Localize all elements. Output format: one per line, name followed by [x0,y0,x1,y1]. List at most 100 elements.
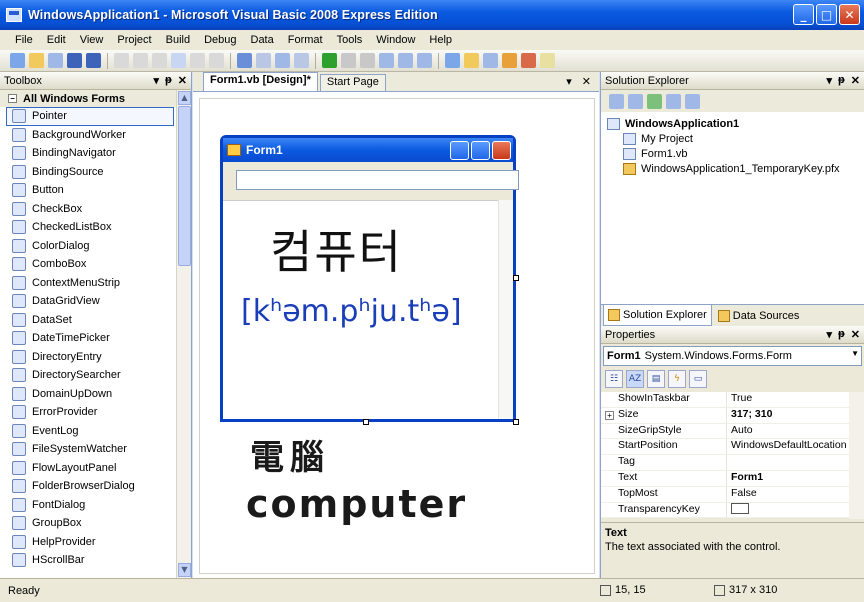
property-row-text[interactable]: Text Form1 [601,470,850,487]
property-row-tag[interactable]: Tag [601,455,850,471]
menu-file[interactable]: File [8,34,40,46]
events-icon[interactable]: ϟ [668,370,686,388]
toolbox-item-datagridview[interactable]: DataGridView [0,292,176,311]
view-code-icon[interactable] [666,93,681,109]
tab-solution-explorer[interactable]: Solution Explorer [603,305,712,326]
close-icon[interactable]: ✕ [851,328,860,341]
menu-format[interactable]: Format [281,34,330,46]
object-selector[interactable]: Form1 System.Windows.Forms.Form ▼ [603,346,862,366]
categorized-icon[interactable]: ☷ [605,370,623,388]
toolbox-scrollbar[interactable]: ▲ ▼ [176,90,191,578]
property-value[interactable]: Auto [727,424,753,439]
maximize-button[interactable]: □ [816,4,837,25]
step-into-icon[interactable] [379,53,394,68]
property-value[interactable]: False [727,487,757,502]
close-icon[interactable]: ✕ [582,75,591,88]
new-project-icon[interactable] [10,53,25,68]
properties-icon[interactable] [609,93,624,109]
menu-tools[interactable]: Tools [330,34,370,46]
solution-explorer-icon[interactable] [445,53,460,68]
toolbox-item-backgroundworker[interactable]: BackgroundWorker [0,126,176,145]
open-file-icon[interactable] [29,53,44,68]
save-all-icon[interactable] [86,53,101,68]
toolbox-item-eventlog[interactable]: EventLog [0,422,176,441]
refresh-icon[interactable] [647,93,662,109]
close-icon[interactable]: ✕ [851,74,860,87]
properties-scrollbar[interactable] [849,392,864,519]
toolbox-item-bindingnavigator[interactable]: BindingNavigator [0,144,176,163]
paste-icon[interactable] [152,53,167,68]
uncomment-icon[interactable] [209,53,224,68]
toolbox-item-button[interactable]: Button [0,181,176,200]
menu-help[interactable]: Help [422,34,459,46]
chevron-down-icon[interactable]: ▾ [154,74,160,87]
textbox-control[interactable] [236,170,519,190]
resize-handle[interactable] [513,419,519,425]
tab-start-page[interactable]: Start Page [319,74,386,91]
menu-view[interactable]: View [73,34,111,46]
pin-icon[interactable]: ᵽ [838,328,845,341]
toolbox-item-colordialog[interactable]: ColorDialog [0,237,176,256]
menu-debug[interactable]: Debug [197,34,243,46]
toolbox-item-filesystemwatcher[interactable]: FileSystemWatcher [0,440,176,459]
color-swatch[interactable] [731,503,749,515]
toolbox-item-pointer[interactable]: Pointer [6,107,174,126]
toolbox-item-hscrollbar[interactable]: HScrollBar [0,551,176,570]
property-row-size[interactable]: + Size 317; 310 [601,407,850,424]
copy-icon[interactable] [133,53,148,68]
property-value[interactable]: True [727,392,752,407]
chevron-down-icon[interactable]: ▾ [827,74,833,87]
property-row-transparencykey[interactable]: TransparencyKey [601,502,850,519]
toolbox-item-datetimepicker[interactable]: DateTimePicker [0,329,176,348]
tree-node-project[interactable]: WindowsApplication1 [607,116,840,131]
menu-build[interactable]: Build [159,34,197,46]
undo-icon[interactable] [237,53,252,68]
toolbox-item-folderbrowserdialog[interactable]: FolderBrowserDialog [0,477,176,496]
pause-icon[interactable] [341,53,356,68]
toolbox-item-checkbox[interactable]: CheckBox [0,200,176,219]
toolbox-item-bindingsource[interactable]: BindingSource [0,163,176,182]
property-row-topmost[interactable]: TopMost False [601,486,850,503]
step-over-icon[interactable] [398,53,413,68]
pin-icon[interactable]: ᵽ [838,74,845,87]
toolbox-item-checkedlistbox[interactable]: CheckedListBox [0,218,176,237]
expand-icon[interactable]: + [605,410,614,420]
property-row-sizegripstyle[interactable]: SizeGripStyle Auto [601,423,850,440]
menu-project[interactable]: Project [110,34,158,46]
error-list-icon[interactable] [540,53,555,68]
tree-node-key[interactable]: WindowsApplication1_TemporaryKey.pfx [607,161,840,176]
property-value[interactable] [727,455,731,470]
menu-data[interactable]: Data [244,34,281,46]
toolbox-item-groupbox[interactable]: GroupBox [0,514,176,533]
toolbox-item-dataset[interactable]: DataSet [0,311,176,330]
collapse-icon[interactable]: − [8,94,17,103]
comment-icon[interactable] [190,53,205,68]
start-debugging-icon[interactable] [322,53,337,68]
property-value[interactable]: Form1 [727,471,763,486]
toolbox-item-directorysearcher[interactable]: DirectorySearcher [0,366,176,385]
scroll-down-icon[interactable]: ▼ [178,563,191,577]
toolbox-item-fontdialog[interactable]: FontDialog [0,496,176,515]
properties-window-icon[interactable] [464,53,479,68]
add-item-icon[interactable] [48,53,63,68]
step-out-icon[interactable] [417,53,432,68]
redo-icon[interactable] [256,53,271,68]
start-page-icon[interactable] [521,53,536,68]
property-pages-icon[interactable]: ▭ [689,370,707,388]
tree-node-my-project[interactable]: My Project [607,131,840,146]
tab-form1-design[interactable]: Form1.vb [Design]* [203,72,318,91]
toolbox-item-directoryentry[interactable]: DirectoryEntry [0,348,176,367]
stop-icon[interactable] [360,53,375,68]
find-icon[interactable] [171,53,186,68]
pin-icon[interactable]: ᵽ [165,74,172,87]
property-value[interactable]: 317; 310 [727,408,772,423]
toolbox-item-helpprovider[interactable]: HelpProvider [0,533,176,552]
minimize-button[interactable]: _ [793,4,814,25]
close-icon[interactable]: ✕ [178,74,187,87]
navigate-forward-icon[interactable] [294,53,309,68]
save-icon[interactable] [67,53,82,68]
close-button[interactable]: ✕ [839,4,860,25]
navigate-backward-icon[interactable] [275,53,290,68]
toolbox-icon[interactable] [502,53,517,68]
chevron-down-icon[interactable]: ▾ [566,75,572,88]
